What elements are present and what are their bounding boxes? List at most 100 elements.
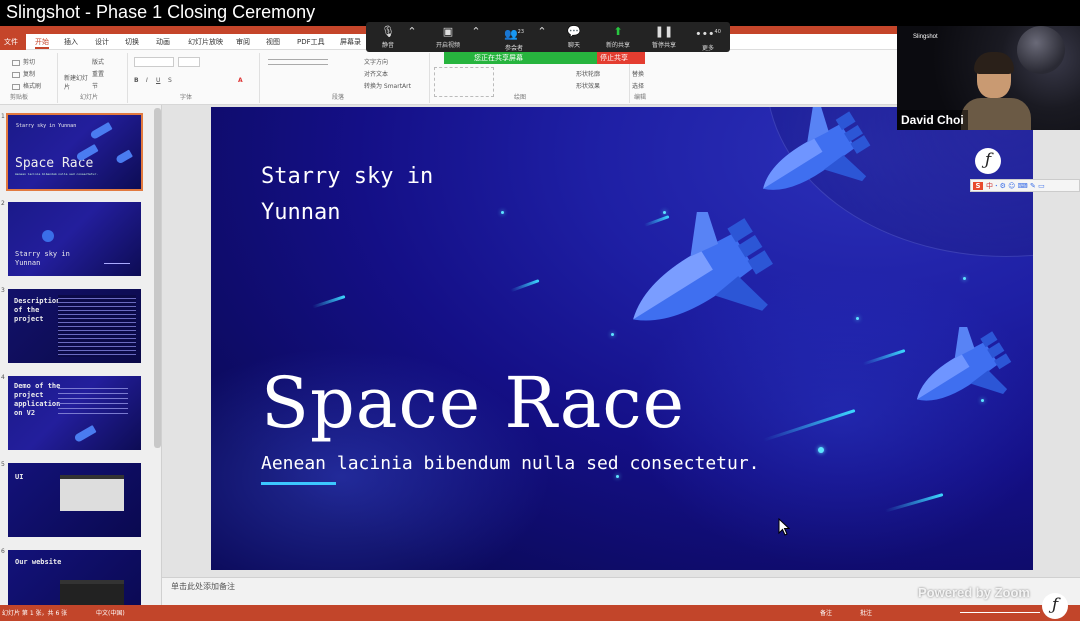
participants-options-chevron-icon[interactable]: ⌃ bbox=[536, 24, 548, 40]
copy-icon bbox=[12, 71, 20, 78]
zoom-slider[interactable] bbox=[960, 612, 1040, 613]
smartart-button[interactable]: 转换为 SmartArt bbox=[364, 81, 411, 90]
thumbnail-1[interactable]: 1 Starry sky in Yunnan Space Race Aenean… bbox=[0, 111, 162, 191]
paragraph-group-label: 段落 bbox=[332, 94, 345, 101]
font-color-icon[interactable]: A bbox=[238, 77, 243, 84]
slide-title[interactable]: Space Race bbox=[261, 362, 685, 444]
fiscal-note-icon: ƒ bbox=[1042, 593, 1068, 619]
star-dot bbox=[963, 277, 966, 280]
zoom-watermark: Powered by Zoom bbox=[918, 585, 1030, 600]
slides-group: 新建幻灯片 版式 重置 节 幻灯片 bbox=[58, 53, 128, 103]
slides-group-label: 幻灯片 bbox=[80, 94, 99, 101]
video-options-chevron-icon[interactable]: ⌃ bbox=[470, 24, 482, 40]
status-bar: 幻灯片 第 1 张，共 6 张 中文(中国) 备注 批注 bbox=[0, 605, 1080, 621]
strikethrough-icon[interactable]: S bbox=[168, 77, 172, 84]
copy-button[interactable]: 复制 bbox=[12, 69, 35, 78]
rocket-icon bbox=[633, 212, 773, 321]
select-button[interactable]: 选择 bbox=[632, 81, 644, 90]
star-dot bbox=[501, 211, 504, 214]
microphone-icon: 🎙 bbox=[381, 25, 395, 38]
tab-slideshow[interactable]: 幻灯片放映 bbox=[188, 37, 223, 47]
pause-share-button[interactable]: ❚❚ 暂停共享 bbox=[642, 24, 686, 49]
thumbnail-3[interactable]: 3 Description of the project bbox=[0, 285, 162, 365]
tab-transitions[interactable]: 切换 bbox=[125, 37, 139, 47]
ime-toolbar[interactable]: S中 ꞏ ⚙ ☺ ⌨ ✎ ▭ bbox=[970, 179, 1080, 192]
participant-video: Slingshot David Choi bbox=[897, 26, 1080, 130]
slide-subtitle[interactable]: Starry sky in Yunnan bbox=[261, 159, 433, 231]
scissors-icon bbox=[12, 59, 20, 66]
zoom-meeting-controls: 🎙 静音 ⌃ ▣ 开启视频 ⌃ 👥23 参会者 ⌃ 💬 聊天 ⬆ 新的共享 ❚❚ 暂停共享 … bbox=[366, 22, 730, 52]
rocket-icon bbox=[916, 327, 1012, 401]
reset-button[interactable]: 重置 bbox=[92, 69, 104, 78]
tab-pdf-tools[interactable]: PDF工具 bbox=[297, 37, 325, 47]
format-painter-button[interactable]: 格式刷 bbox=[12, 81, 41, 90]
notes-toggle[interactable]: 备注 bbox=[820, 608, 832, 617]
tab-design[interactable]: 设计 bbox=[95, 37, 109, 47]
shapes-gallery[interactable] bbox=[434, 67, 494, 97]
screen: Slingshot - Phase 1 Closing Ceremony 文件 … bbox=[0, 0, 1080, 621]
text-direction-button[interactable]: 文字方向 bbox=[364, 57, 388, 66]
chat-button[interactable]: 💬 聊天 bbox=[552, 24, 596, 49]
replace-button[interactable]: 替换 bbox=[632, 69, 644, 78]
bold-icon[interactable]: B bbox=[134, 77, 139, 84]
more-button[interactable]: •••40 更多 bbox=[686, 24, 730, 52]
new-slide-button[interactable]: 新建幻灯片 bbox=[64, 73, 88, 91]
star-dot bbox=[616, 475, 619, 478]
sogou-icon: S bbox=[973, 182, 983, 190]
tab-review[interactable]: 审阅 bbox=[236, 37, 250, 47]
drawing-group-label: 绘图 bbox=[514, 94, 527, 101]
thumbnail-4[interactable]: 4 Demo of the project application on V2 bbox=[0, 372, 162, 452]
participant-name: David Choi bbox=[897, 110, 968, 130]
rocket-icon bbox=[115, 149, 133, 165]
bar-graphic bbox=[104, 254, 130, 264]
shape-outline-button[interactable]: 形状轮廓 bbox=[576, 69, 600, 78]
chat-icon: 💬 bbox=[567, 25, 581, 38]
start-video-button[interactable]: ▣ 开启视频 bbox=[426, 24, 470, 49]
screenshot-image bbox=[60, 475, 124, 511]
clipboard-group-label: 剪贴板 bbox=[10, 94, 29, 101]
tab-file[interactable]: 文件 bbox=[0, 34, 26, 50]
font-family-select[interactable] bbox=[134, 57, 174, 67]
tab-animations[interactable]: 动画 bbox=[156, 37, 170, 47]
tab-view[interactable]: 视图 bbox=[266, 37, 280, 47]
cut-button[interactable]: 剪切 bbox=[12, 57, 35, 66]
underline-icon[interactable]: U bbox=[156, 77, 160, 84]
new-share-button[interactable]: ⬆ 新的共享 bbox=[596, 24, 640, 49]
share-screen-icon: ⬆ bbox=[613, 25, 623, 38]
tab-screen-record[interactable]: 屏幕录 bbox=[340, 37, 361, 47]
current-slide[interactable]: Starry sky in Yunnan Space Race Aenean l… bbox=[211, 107, 1033, 570]
list-icon[interactable] bbox=[268, 59, 328, 65]
mute-options-chevron-icon[interactable]: ⌃ bbox=[406, 24, 418, 40]
meteor-streak bbox=[312, 295, 346, 309]
video-camera-icon: ▣ bbox=[442, 25, 454, 38]
participants-icon: 👥23 bbox=[503, 27, 525, 41]
comments-toggle[interactable]: 批注 bbox=[860, 608, 872, 617]
meteor-streak bbox=[510, 279, 540, 293]
slide-thumbnails-pane[interactable]: 1 Starry sky in Yunnan Space Race Aenean… bbox=[0, 105, 162, 621]
rocket-icon bbox=[89, 122, 113, 140]
stop-share-button[interactable]: 停止共享 bbox=[597, 52, 645, 64]
align-text-button[interactable]: 对齐文本 bbox=[364, 69, 388, 78]
star-dot bbox=[818, 447, 824, 453]
thumbnail-2[interactable]: 2 Starry sky in Yunnan bbox=[0, 198, 162, 278]
thumbnails-scrollbar[interactable] bbox=[154, 108, 161, 448]
section-button[interactable]: 节 bbox=[92, 81, 98, 90]
text-block bbox=[58, 384, 128, 414]
clipboard-group: 剪切 复制 格式刷 剪贴板 bbox=[0, 53, 58, 103]
thumbnail-5[interactable]: 5 UI bbox=[0, 459, 162, 539]
shape-effect-button[interactable]: 形状效果 bbox=[576, 81, 600, 90]
italic-icon[interactable]: I bbox=[146, 77, 148, 84]
more-icon: •••40 bbox=[695, 27, 721, 41]
font-size-select[interactable] bbox=[178, 57, 200, 67]
tab-home[interactable]: 开始 bbox=[35, 37, 49, 49]
slide-tagline[interactable]: Aenean lacinia bibendum nulla sed consec… bbox=[261, 453, 760, 474]
planet-icon bbox=[42, 230, 54, 242]
layout-button[interactable]: 版式 bbox=[92, 57, 104, 66]
participants-button[interactable]: 👥23 参会者 bbox=[492, 24, 536, 52]
mouse-cursor-icon bbox=[778, 518, 790, 536]
tab-insert[interactable]: 插入 bbox=[64, 37, 78, 47]
language-indicator[interactable]: 中文(中国) bbox=[96, 608, 125, 617]
text-block bbox=[58, 295, 136, 357]
mute-button[interactable]: 🎙 静音 bbox=[366, 24, 410, 49]
fiscal-note-icon: ƒ bbox=[975, 148, 1001, 174]
